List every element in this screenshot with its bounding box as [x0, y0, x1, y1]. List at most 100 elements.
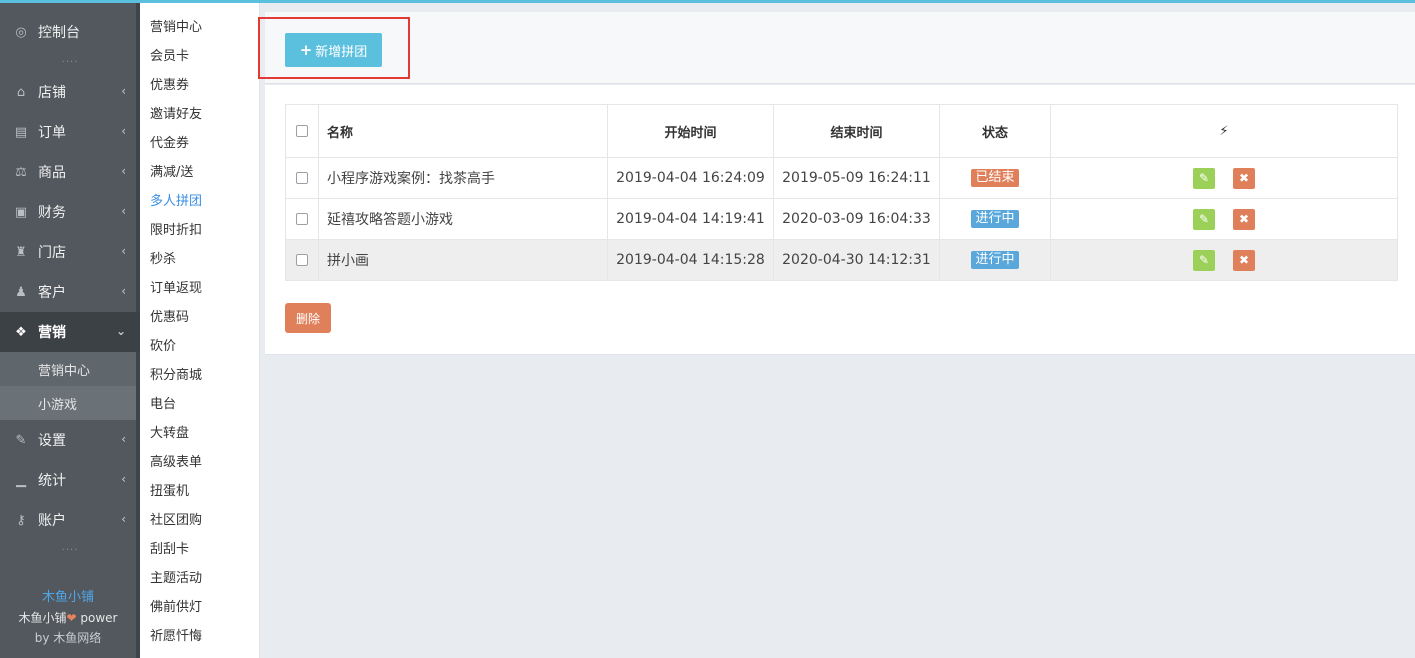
table-row: 延禧攻略答题小游戏 2019-04-04 14:19:41 2020-03-09… [285, 198, 1398, 240]
power-suffix: power [76, 611, 118, 625]
menu-item[interactable]: 多人拼团 [140, 187, 259, 216]
menu-item[interactable]: 邀请好友 [140, 100, 259, 129]
row-checkbox[interactable] [296, 254, 308, 266]
edit-button[interactable]: ✎ [1193, 208, 1215, 230]
row-start-time: 2019-04-04 14:19:41 [607, 198, 774, 240]
chevron-down-icon: ⌄ [115, 324, 126, 338]
menu-item[interactable]: 代金券 [140, 129, 259, 158]
menu-item[interactable]: 高级表单 [140, 448, 259, 477]
menu-item[interactable]: 电台 [140, 390, 259, 419]
users-icon: ♟ [15, 284, 27, 300]
row-select-cell [285, 239, 319, 281]
chevron-left-icon: ‹ [121, 284, 126, 298]
menu-item[interactable]: 秒杀 [140, 245, 259, 274]
sidebar-item-finance[interactable]: ▣ 财务 ‹ [0, 192, 140, 232]
submenu-item-marketing-center[interactable]: 营销中心 [0, 352, 140, 386]
row-actions: ✎ ✖ [1050, 239, 1398, 281]
row-state-cell: 进行中 [939, 198, 1051, 240]
sidebar-item-orders[interactable]: ▤ 订单 ‹ [0, 112, 140, 152]
sidebar-item-label: 商品 [38, 165, 66, 181]
sidebar-item-label: 账户 [38, 513, 66, 529]
bill-icon: ▣ [14, 204, 28, 220]
power-prefix: 木鱼小铺 [18, 611, 67, 625]
sidebar-divider-dots: ···· [61, 56, 79, 68]
sidebar-item-shop[interactable]: ⌂ 店铺 ‹ [0, 72, 140, 112]
main-sidebar: ◎ 控制台 ···· ⌂ 店铺 ‹ ▤ 订单 ‹ ⚖ 商品 ‹ ▣ 财务 ‹ ♜… [0, 0, 140, 658]
delete-row-button[interactable]: ✖ [1233, 167, 1255, 189]
sidebar-item-statistics[interactable]: ▁ 统计 ‹ [0, 460, 140, 500]
chevron-left-icon: ‹ [121, 512, 126, 526]
menu-item[interactable]: 营销中心 [140, 13, 259, 42]
menu-item[interactable]: 优惠券 [140, 71, 259, 100]
menu-item[interactable]: 满减/送 [140, 158, 259, 187]
edit-button[interactable]: ✎ [1193, 249, 1215, 271]
row-select-cell [285, 157, 319, 199]
menu-item[interactable]: 优惠码 [140, 303, 259, 332]
bolt-icon: ⚡ [1219, 123, 1229, 139]
marketing-submenu: 营销中心 小游戏 [0, 352, 140, 420]
menu-item[interactable]: 会员卡 [140, 42, 259, 71]
wrench-icon: ✎ [15, 432, 27, 448]
menu-item[interactable]: 限时折扣 [140, 216, 259, 245]
delete-row-button[interactable]: ✖ [1233, 249, 1255, 271]
menu-item[interactable]: 扭蛋机 [140, 477, 259, 506]
marketing-tools-menu: 营销中心 会员卡 优惠券 邀请好友 代金券 满减/送 多人拼团 限时折扣 秒杀 订单返现 优惠码 砍价… [140, 3, 260, 658]
key-icon: ⚷ [16, 512, 26, 528]
row-name: 延禧攻略答题小游戏 [318, 198, 608, 240]
row-actions: ✎ ✖ [1050, 157, 1398, 199]
edit-button[interactable]: ✎ [1193, 167, 1215, 189]
sidebar-item-settings[interactable]: ✎ 设置 ‹ [0, 420, 140, 460]
toolbar: + 新增拼团 [258, 12, 1415, 84]
menu-item[interactable]: 刮刮卡 [140, 535, 259, 564]
menu-item[interactable]: 砍价 [140, 332, 259, 361]
basket-icon: ⌂ [16, 84, 26, 100]
sidebar-item-label: 营销 [38, 325, 66, 341]
menu-item[interactable]: 大转盘 [140, 419, 259, 448]
sidebar-item-label: 门店 [38, 245, 66, 261]
menu-item[interactable]: 社区团购 [140, 506, 259, 535]
row-select-cell [285, 198, 319, 240]
sidebar-item-label: 财务 [38, 205, 66, 221]
add-group-buy-button[interactable]: + 新增拼团 [285, 33, 382, 67]
signal-icon: ▁ [16, 472, 26, 488]
gift-icon: ❖ [15, 324, 27, 340]
row-end-time: 2019-05-09 16:24:11 [773, 157, 940, 199]
row-checkbox[interactable] [296, 213, 308, 225]
money-icon: ▤ [14, 124, 28, 140]
sidebar-item-marketing[interactable]: ❖ 营销 ⌄ [0, 312, 140, 352]
submenu-item-mini-games[interactable]: 小游戏 [0, 386, 140, 420]
sidebar-item-goods[interactable]: ⚖ 商品 ‹ [0, 152, 140, 192]
brand-link[interactable]: 木鱼小铺 [0, 588, 136, 608]
menu-item[interactable]: 祈愿忏悔 [140, 622, 259, 651]
heart-icon: ❤ [66, 611, 77, 625]
menu-item[interactable]: 积分商城 [140, 361, 259, 390]
sidebar-item-stores[interactable]: ♜ 门店 ‹ [0, 232, 140, 272]
row-start-time: 2019-04-04 14:15:28 [607, 239, 774, 281]
chevron-left-icon: ‹ [121, 164, 126, 178]
header-name: 名称 [318, 104, 608, 158]
sidebar-item-label: 设置 [38, 433, 66, 449]
select-all-checkbox[interactable] [296, 125, 308, 137]
chevron-left-icon: ‹ [121, 244, 126, 258]
table-panel: 名称 开始时间 结束时间 状态 ⚡ 小程序游戏案例：找茶高手 2019-04-0… [265, 85, 1415, 355]
sidebar-item-dashboard[interactable]: ◎ 控制台 [0, 12, 140, 52]
sidebar-divider-dots: ···· [61, 544, 79, 556]
group-buy-table: 名称 开始时间 结束时间 状态 ⚡ 小程序游戏案例：找茶高手 2019-04-0… [285, 104, 1398, 281]
row-end-time: 2020-04-30 14:12:31 [773, 239, 940, 281]
sidebar-item-customers[interactable]: ♟ 客户 ‹ [0, 272, 140, 312]
bulk-delete-button[interactable]: 删除 [285, 303, 331, 333]
table-row: 拼小画 2019-04-04 14:15:28 2020-04-30 14:12… [285, 239, 1398, 281]
menu-item[interactable]: 主题活动 [140, 564, 259, 593]
chevron-left-icon: ‹ [121, 204, 126, 218]
delete-row-button[interactable]: ✖ [1233, 208, 1255, 230]
sidebar-item-label: 店铺 [38, 85, 66, 101]
row-actions: ✎ ✖ [1050, 198, 1398, 240]
menu-item[interactable]: 订单返现 [140, 274, 259, 303]
menu-item[interactable]: 佛前供灯 [140, 593, 259, 622]
main-content: + 新增拼团 名称 开始时间 结束时间 状态 ⚡ 小程序游戏案例：找茶高手 20… [258, 3, 1415, 658]
sidebar-item-account[interactable]: ⚷ 账户 ‹ [0, 500, 140, 540]
top-accent-line [0, 0, 1415, 3]
header-actions: ⚡ [1050, 104, 1398, 158]
row-checkbox[interactable] [296, 172, 308, 184]
status-badge: 进行中 [971, 210, 1019, 228]
